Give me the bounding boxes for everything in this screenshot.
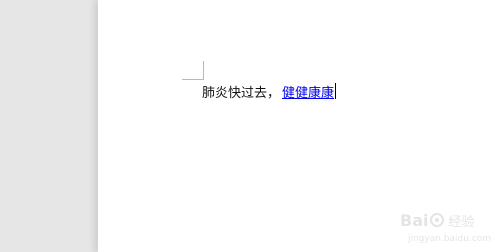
page-margin-marker-horizontal	[182, 79, 203, 80]
document-hyperlink[interactable]: 健健康康	[282, 82, 334, 101]
document-plain-text: 肺炎快过去，	[202, 85, 281, 101]
document-workspace: 肺炎快过去， 健健康康 Bai 经验 jingyan.baidu.com	[0, 0, 500, 252]
document-text-line[interactable]: 肺炎快过去， 健健康康	[202, 82, 337, 101]
page-margin-marker-vertical	[203, 61, 204, 80]
text-cursor	[335, 83, 337, 99]
document-page[interactable]: 肺炎快过去， 健健康康	[98, 0, 500, 252]
